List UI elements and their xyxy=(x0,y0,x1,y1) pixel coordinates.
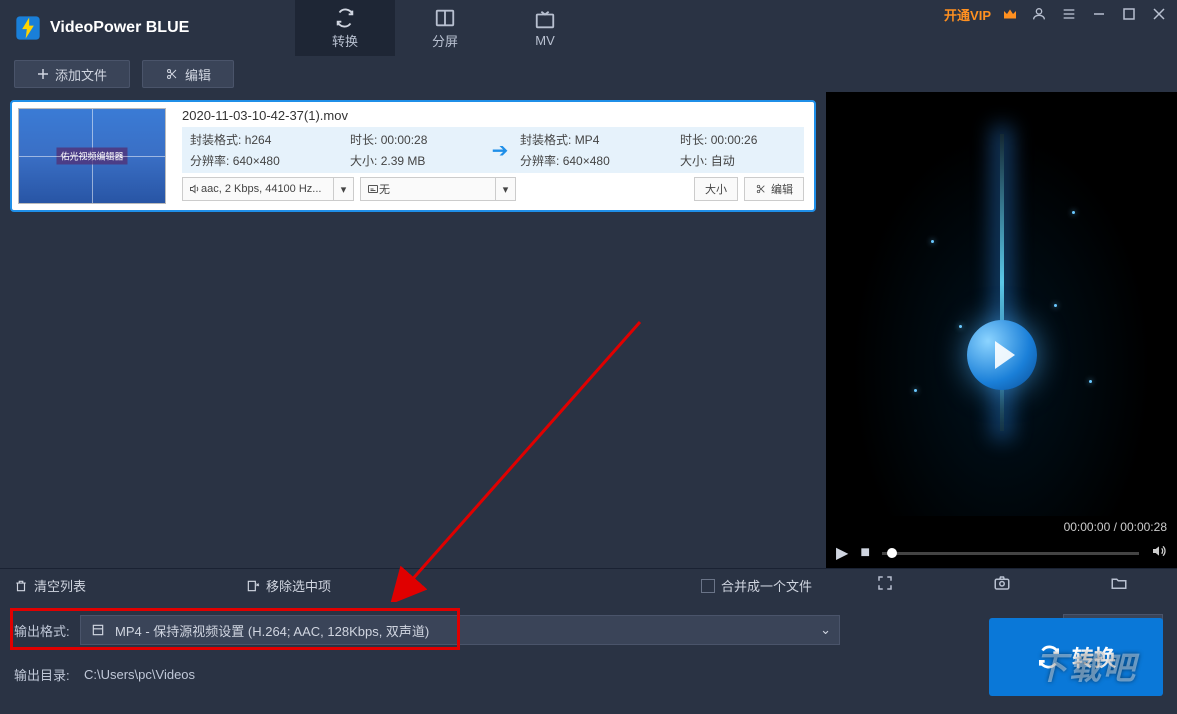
size-button[interactable]: 大小 xyxy=(694,177,738,201)
file-controls: aac, 2 Kbps, 44100 Hz... ▾ 无 ▾ 大小 编辑 xyxy=(182,177,804,201)
tab-convert[interactable]: 转换 xyxy=(295,0,395,56)
volume-icon[interactable] xyxy=(1151,543,1167,564)
user-icon[interactable] xyxy=(1029,4,1049,24)
merge-checkbox[interactable]: 合并成一个文件 xyxy=(701,576,812,595)
scissors-icon xyxy=(755,184,767,194)
audio-select[interactable]: aac, 2 Kbps, 44100 Hz... ▾ xyxy=(182,177,354,201)
file-list-pane: 佑光视频编辑器 2020-11-03-10-42-37(1).mov 封装格式:… xyxy=(0,92,826,568)
checkbox-icon xyxy=(701,579,715,593)
convert-icon xyxy=(334,7,356,29)
maximize-button[interactable] xyxy=(1119,4,1139,24)
edit-button[interactable]: 编辑 xyxy=(142,60,234,88)
add-file-button[interactable]: 添加文件 xyxy=(14,60,130,88)
chevron-down-icon: ⌄ xyxy=(820,622,831,638)
chevron-down-icon: ▾ xyxy=(495,178,515,200)
tab-split[interactable]: 分屏 xyxy=(395,0,495,56)
app-logo: VideoPower BLUE xyxy=(0,14,189,42)
bolt-icon xyxy=(14,14,42,42)
output-format-select[interactable]: MP4 - 保持源视频设置 (H.264; AAC, 128Kbps, 双声道)… xyxy=(80,615,840,645)
player-controls: ▶ ■ xyxy=(826,538,1177,568)
menu-icon[interactable] xyxy=(1059,4,1079,24)
output-dir-label: 输出目录: xyxy=(14,665,70,684)
close-button[interactable] xyxy=(1149,4,1169,24)
stop-button[interactable]: ■ xyxy=(860,544,870,562)
scissors-icon xyxy=(165,68,179,80)
action-toolbar: 添加文件 编辑 xyxy=(0,56,1177,92)
arrow-right-icon: ➔ xyxy=(480,138,520,163)
file-card[interactable]: 佑光视频编辑器 2020-11-03-10-42-37(1).mov 封装格式:… xyxy=(10,100,816,212)
file-thumbnail: 佑光视频编辑器 xyxy=(12,102,172,210)
speaker-icon xyxy=(189,183,201,195)
seek-slider[interactable] xyxy=(882,552,1139,555)
mv-icon xyxy=(534,9,556,31)
preview-pane: 00:00:00 / 00:00:28 ▶ ■ xyxy=(826,92,1177,568)
file-props: 封装格式: h264 分辨率: 640×480 时长: 00:00:28 大小:… xyxy=(182,127,804,173)
play-button[interactable]: ▶ xyxy=(836,543,848,563)
play-orb-icon xyxy=(967,320,1037,390)
tab-mv[interactable]: MV xyxy=(495,0,595,56)
trash-icon xyxy=(14,579,28,593)
snapshot-icon[interactable] xyxy=(987,568,1017,603)
convert-button[interactable]: 转换 xyxy=(989,618,1163,696)
folder-icon[interactable] xyxy=(1104,568,1134,603)
item-edit-button[interactable]: 编辑 xyxy=(744,177,804,201)
fullscreen-icon[interactable] xyxy=(870,568,900,603)
vip-link[interactable]: 开通VIP xyxy=(944,5,991,24)
remove-icon xyxy=(246,579,260,593)
list-toolbar: 清空列表 移除选中项 合并成一个文件 xyxy=(0,568,1177,602)
split-icon xyxy=(434,7,456,29)
annotation-arrow xyxy=(380,302,660,602)
subtitle-icon xyxy=(367,183,379,195)
main-tabs: 转换 分屏 MV xyxy=(295,0,595,56)
remove-selected-button[interactable]: 移除选中项 xyxy=(246,576,331,595)
output-dir-field[interactable]: C:\Users\pc\Videos xyxy=(80,660,840,688)
minimize-button[interactable] xyxy=(1089,4,1109,24)
format-icon xyxy=(91,623,105,637)
file-info: 2020-11-03-10-42-37(1).mov 封装格式: h264 分辨… xyxy=(172,102,814,210)
window-controls: 开通VIP xyxy=(944,4,1169,24)
plus-icon xyxy=(37,68,49,80)
crown-icon xyxy=(1001,5,1019,23)
file-name: 2020-11-03-10-42-37(1).mov xyxy=(182,108,804,123)
convert-icon xyxy=(1036,644,1062,670)
subtitle-select[interactable]: 无 ▾ xyxy=(360,177,516,201)
title-bar: VideoPower BLUE 转换 分屏 MV 开通VIP xyxy=(0,0,1177,56)
time-display: 00:00:00 / 00:00:28 xyxy=(826,516,1177,538)
app-title: VideoPower BLUE xyxy=(50,19,189,37)
preview-video[interactable] xyxy=(826,92,1177,516)
output-format-label: 输出格式: xyxy=(14,621,70,640)
clear-list-button[interactable]: 清空列表 xyxy=(14,576,86,595)
main-area: 佑光视频编辑器 2020-11-03-10-42-37(1).mov 封装格式:… xyxy=(0,92,1177,568)
chevron-down-icon: ▾ xyxy=(333,178,353,200)
